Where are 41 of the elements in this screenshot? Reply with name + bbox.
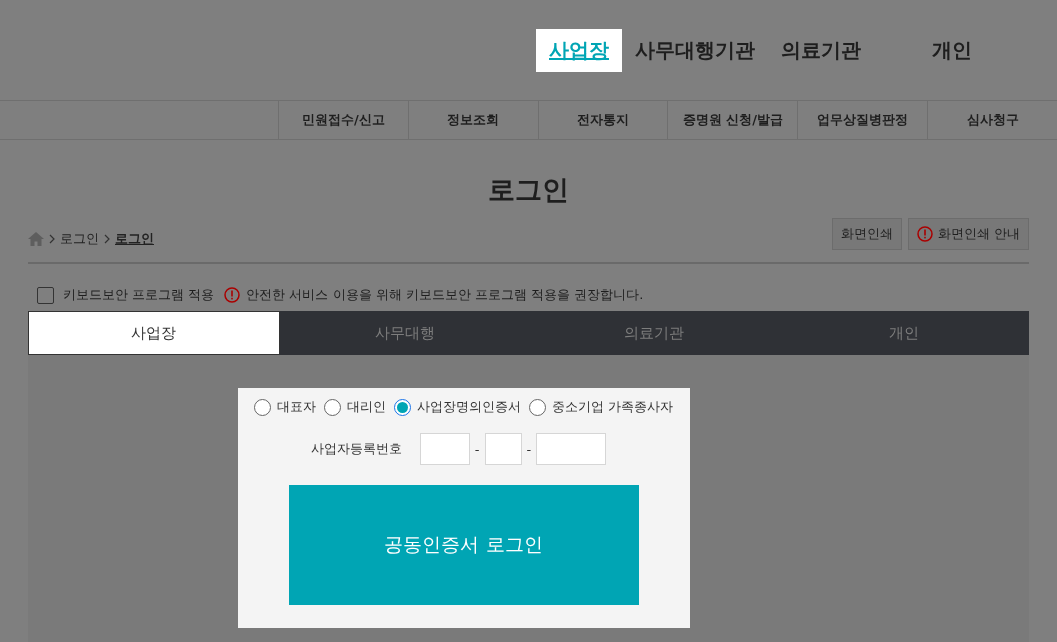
radio-label: 중소기업 가족종사자 xyxy=(551,398,674,416)
separator-text: - xyxy=(474,441,480,457)
separator-text: - xyxy=(526,441,532,457)
login-button[interactable]: 공동인증서 로그인 xyxy=(288,485,639,605)
sub-nav-link[interactable]: 전자통지 xyxy=(537,101,668,139)
radio-button[interactable] xyxy=(323,398,341,416)
breadcrumb-link[interactable]: 로그인 xyxy=(115,230,154,248)
login-tab[interactable]: 개인 xyxy=(779,311,1029,355)
radio-button[interactable] xyxy=(253,398,271,416)
input-field[interactable] xyxy=(484,433,522,465)
login-tab[interactable]: 의료기관 xyxy=(529,311,780,355)
checkbox-label: 키보드보안 프로그램 적용 xyxy=(63,286,215,304)
radio-label: 대리인 xyxy=(346,398,386,416)
sub-nav-link[interactable]: 정보조회 xyxy=(407,101,538,139)
sub-nav-link[interactable]: 민원접수/신고 xyxy=(278,101,408,139)
radio-label: 대표자 xyxy=(276,398,316,416)
chevron-icon xyxy=(103,234,111,244)
page-title: 로그인 xyxy=(487,173,570,207)
login-tab[interactable]: 사무대행 xyxy=(279,311,530,355)
header-nav-link[interactable]: 개인 xyxy=(919,28,985,72)
radio-button[interactable] xyxy=(393,398,411,416)
login-tab[interactable]: 사업장 xyxy=(28,311,280,355)
radio-button[interactable] xyxy=(528,398,546,416)
notice-text: 안전한 서비스 이용을 위해 키보드보안 프로그램 적용을 권장합니다. xyxy=(246,286,644,304)
chevron-icon xyxy=(48,234,56,244)
input-field[interactable] xyxy=(419,433,470,465)
header-nav-link[interactable]: 사업장 xyxy=(536,28,622,72)
sub-nav-link[interactable]: 업무상질병판정 xyxy=(797,101,928,139)
checkbox[interactable] xyxy=(37,286,54,304)
alert-icon xyxy=(224,287,241,303)
input-field[interactable] xyxy=(536,433,607,465)
field-label: 사업자등록번호 xyxy=(310,440,402,458)
header-nav-link[interactable]: 사무대행기관 xyxy=(622,28,768,72)
header-nav-link[interactable]: 의료기관 xyxy=(768,28,874,72)
print-button[interactable]: 화면인쇄 안내 xyxy=(907,218,1029,250)
sub-nav-link[interactable]: 증명원 신청/발급 xyxy=(667,101,798,139)
radio-label: 사업장명의인증서 xyxy=(416,398,521,416)
alert-icon xyxy=(916,226,933,242)
breadcrumb-link[interactable]: 로그인 xyxy=(60,230,99,248)
print-button[interactable]: 화면인쇄 xyxy=(831,218,902,250)
sub-nav-link[interactable]: 심사청구 xyxy=(927,101,1057,139)
